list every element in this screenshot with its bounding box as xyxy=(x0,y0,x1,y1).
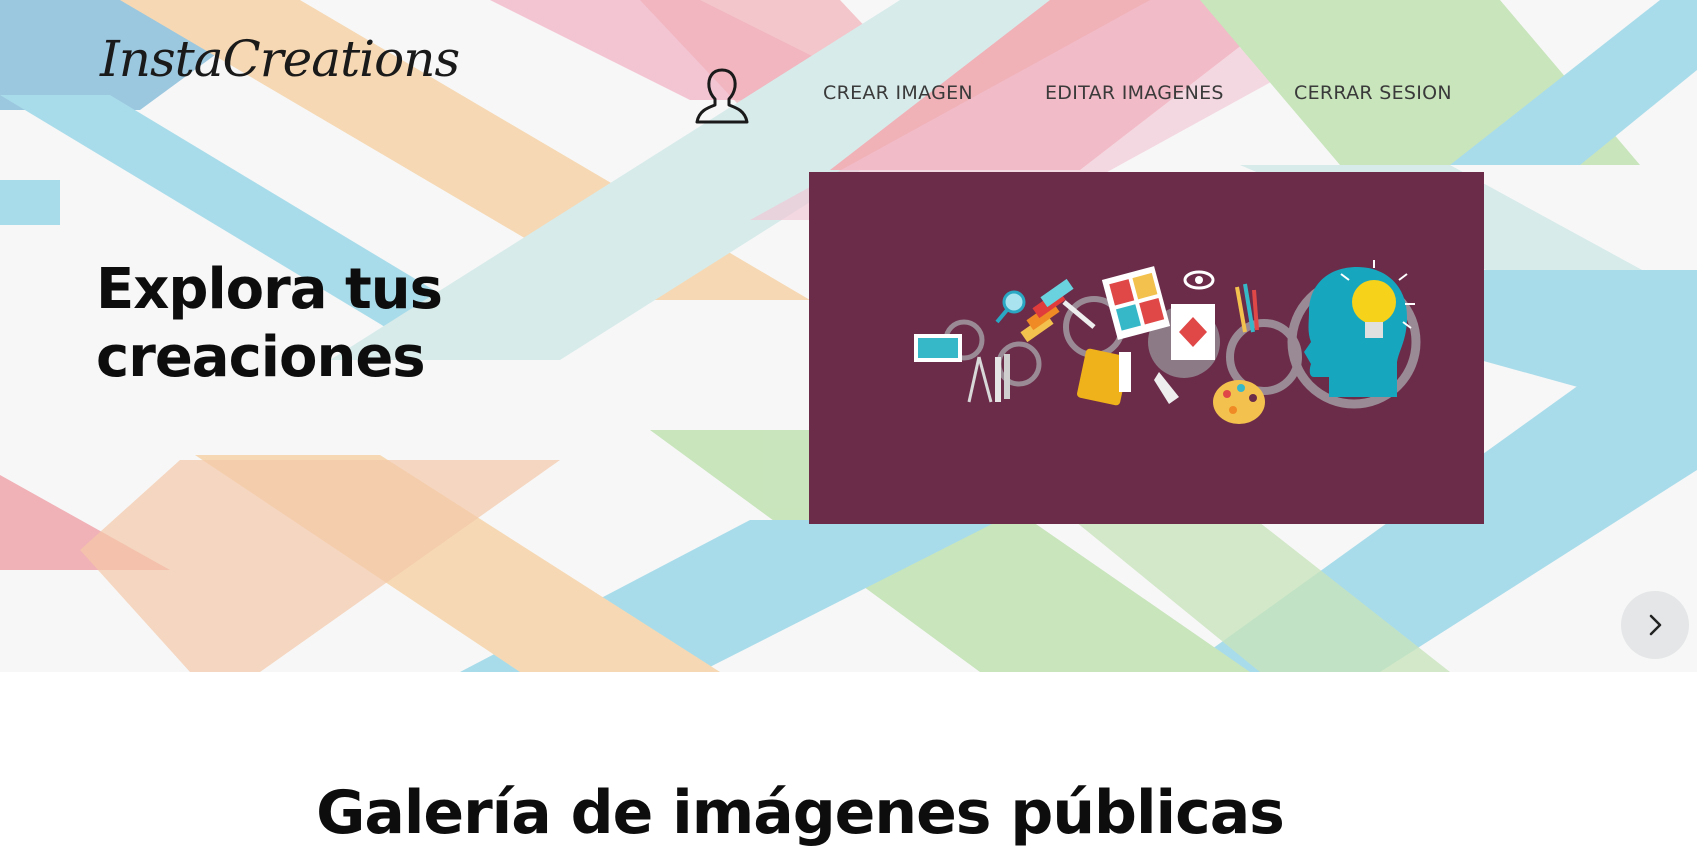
chevron-right-icon xyxy=(1649,614,1662,636)
hero-carousel: InstaCreations CREAR IMAGEN EDITAR IMAGE… xyxy=(0,0,1697,672)
nav-link-crear-imagen[interactable]: CREAR IMAGEN xyxy=(823,82,973,104)
hero-headline-line2: creaciones xyxy=(96,325,426,390)
slide-image xyxy=(809,172,1484,524)
nav-link-editar-imagenes[interactable]: EDITAR IMAGENES xyxy=(1045,82,1224,104)
hero-headline: Explora tus creaciones xyxy=(96,256,443,392)
main-nav: CREAR IMAGEN EDITAR IMAGENES CERRAR SESI… xyxy=(0,0,1697,150)
user-icon[interactable] xyxy=(693,64,751,124)
carousel-next-button[interactable] xyxy=(1621,591,1689,659)
gallery-title: Galería de imágenes públicas xyxy=(316,778,1285,848)
hero-headline-line1: Explora tus xyxy=(96,257,443,322)
nav-link-cerrar-sesion[interactable]: CERRAR SESION xyxy=(1294,82,1452,104)
creative-tools-illustration xyxy=(914,260,1421,424)
